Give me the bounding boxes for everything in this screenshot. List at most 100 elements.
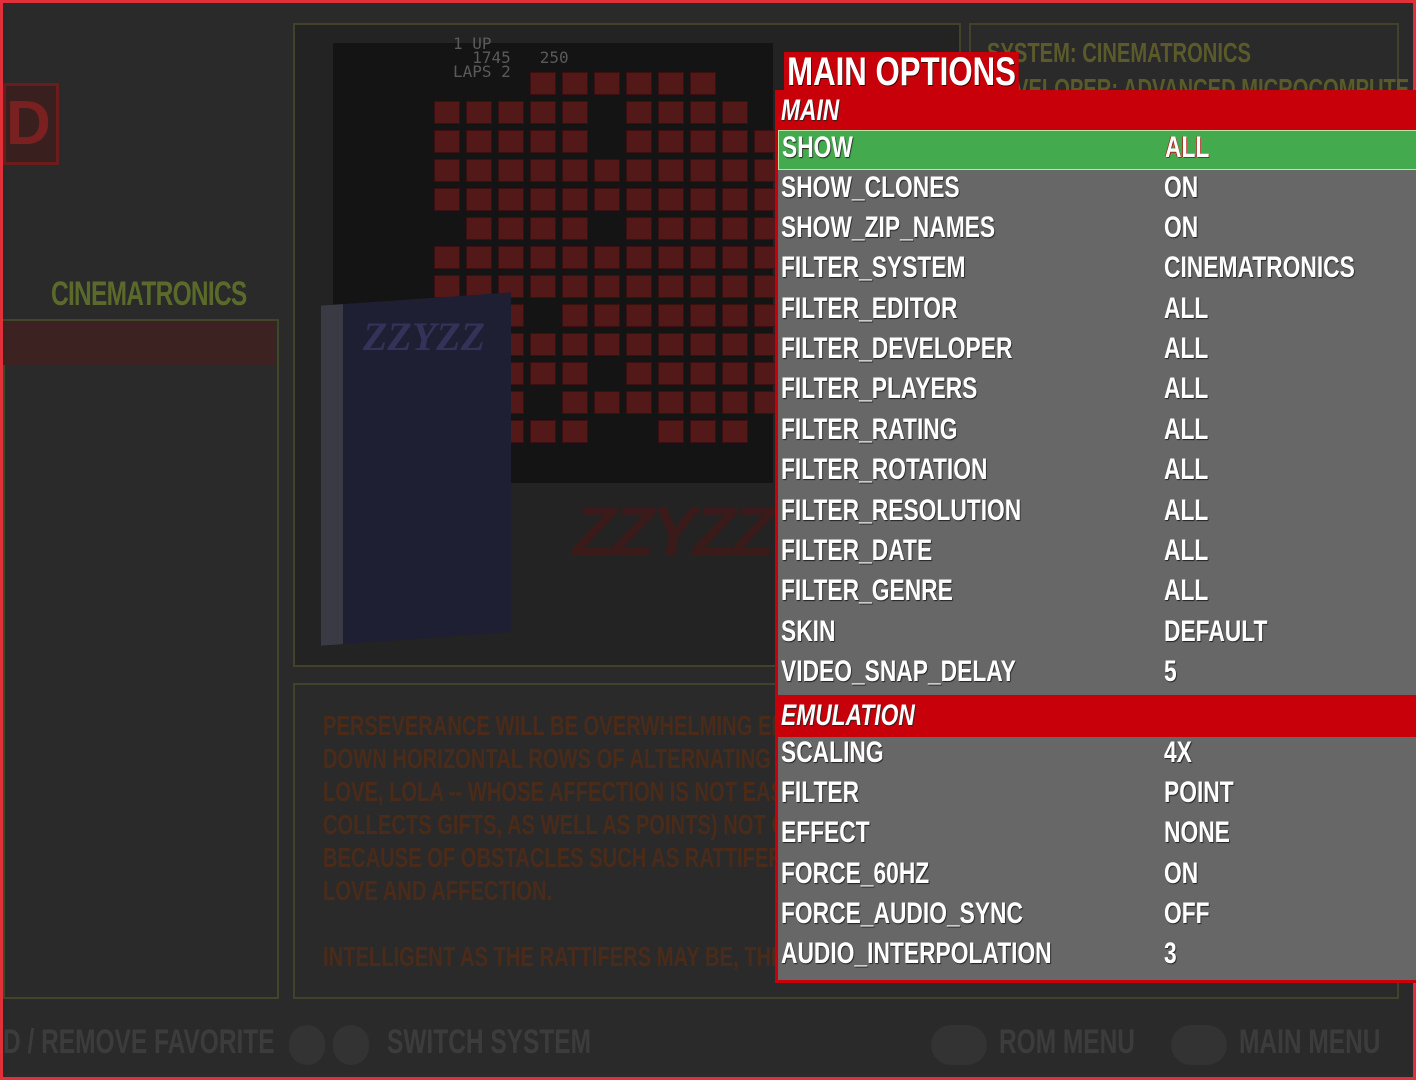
brick-tile (658, 275, 684, 298)
brick-tile (594, 333, 620, 356)
options-menu: MAIN SHOW ALL SHOW_CLONES ON SHOW_ZIP_NAMES ON… (775, 90, 1416, 983)
empty-tile (594, 130, 620, 153)
option-row-show[interactable]: SHOW ALL (778, 130, 1416, 171)
brick-tile (562, 101, 588, 124)
brick-tile (658, 362, 684, 385)
option-row-audio-interpolation[interactable]: AUDIO_INTERPOLATION 3 (778, 937, 1416, 977)
option-value[interactable]: ALL (1164, 494, 1208, 534)
option-value[interactable]: 4X (1164, 736, 1192, 776)
option-value[interactable]: 5 (1164, 655, 1177, 695)
option-value[interactable]: ALL (1164, 453, 1208, 493)
empty-tile (594, 362, 620, 385)
brick-tile (658, 391, 684, 414)
system-label: CINEMATRONICS (51, 275, 247, 313)
brick-tile (530, 159, 556, 182)
option-value[interactable]: DEFAULT (1164, 615, 1267, 655)
brick-tile (690, 130, 716, 153)
brick-tile (690, 217, 716, 240)
option-value[interactable]: NONE (1164, 816, 1230, 856)
option-value[interactable]: ALL (1164, 372, 1208, 412)
option-row-filter-resolution[interactable]: FILTER_RESOLUTION ALL (778, 494, 1416, 534)
system-info-text: SYSTEM: CINEMATRONICS (987, 37, 1251, 68)
brick-tile (690, 246, 716, 269)
empty-tile (530, 304, 556, 327)
button-icon (931, 1025, 987, 1065)
option-row-filter-developer[interactable]: FILTER_DEVELOPER ALL (778, 332, 1416, 372)
brick-tile (626, 188, 652, 211)
brick-tile (658, 130, 684, 153)
description-line (323, 907, 814, 940)
option-row-scaling[interactable]: SCALING 4X (778, 736, 1416, 776)
empty-tile (594, 420, 620, 443)
option-value[interactable]: ALL (1165, 131, 1209, 171)
brick-tile (690, 420, 716, 443)
option-row-filter-editor[interactable]: FILTER_EDITOR ALL (778, 292, 1416, 332)
option-value[interactable]: OFF (1164, 897, 1210, 937)
brick-tile (466, 101, 492, 124)
brick-tile (690, 391, 716, 414)
option-value[interactable]: ALL (1164, 332, 1208, 372)
hint-rom-menu: ROM MENU (999, 1023, 1136, 1061)
footer-hints: D / REMOVE FAVORITE SWITCH SYSTEM ROM ME… (3, 1009, 1416, 1075)
empty-tile (594, 217, 620, 240)
brick-tile (658, 159, 684, 182)
option-value[interactable]: ALL (1164, 413, 1208, 453)
option-value[interactable]: ON (1164, 857, 1198, 897)
option-value[interactable]: CINEMATRONICS (1164, 251, 1355, 291)
option-row-filter-rotation[interactable]: FILTER_ROTATION ALL (778, 453, 1416, 493)
brick-tile (658, 304, 684, 327)
brick-tile (626, 159, 652, 182)
brick-tile (594, 391, 620, 414)
hint-switch-system: SWITCH SYSTEM (387, 1023, 592, 1061)
option-row-filter-rating[interactable]: FILTER_RATING ALL (778, 413, 1416, 453)
brick-tile (530, 188, 556, 211)
option-row-show-zip-names[interactable]: SHOW_ZIP_NAMES ON (778, 211, 1416, 251)
shoulder-left-icon (289, 1025, 325, 1065)
option-row-force-audio-sync[interactable]: FORCE_AUDIO_SYNC OFF (778, 897, 1416, 937)
empty-tile (530, 391, 556, 414)
brick-tile (434, 159, 460, 182)
option-value[interactable]: 3 (1164, 937, 1177, 977)
option-value[interactable]: ALL (1164, 292, 1208, 332)
brick-tile (562, 217, 588, 240)
option-label: FILTER (781, 775, 860, 809)
brick-tile (690, 101, 716, 124)
description-line: BECAUSE OF OBSTACLES SUCH AS RATTIFERS T (323, 842, 815, 873)
option-row-force-60hz[interactable]: FORCE_60HZ ON (778, 857, 1416, 897)
option-value[interactable]: ALL (1164, 534, 1208, 574)
option-row-skin[interactable]: SKIN DEFAULT (778, 615, 1416, 655)
option-row-filter-date[interactable]: FILTER_DATE ALL (778, 534, 1416, 574)
option-value[interactable]: ON (1164, 211, 1198, 251)
brick-tile (626, 391, 652, 414)
brick-tile (722, 188, 748, 211)
game-list-selected-row (3, 321, 275, 365)
menu-title: MAIN OPTIONS (784, 52, 1020, 92)
brick-tile (722, 304, 748, 327)
option-label: SCALING (781, 735, 884, 769)
option-value[interactable]: ALL (1164, 574, 1208, 614)
option-row-show-clones[interactable]: SHOW_CLONES ON (778, 171, 1416, 211)
option-row-filter-genre[interactable]: FILTER_GENRE ALL (778, 574, 1416, 614)
brick-tile (626, 217, 652, 240)
brick-tile (530, 101, 556, 124)
option-row-filter-system[interactable]: FILTER_SYSTEM CINEMATRONICS (778, 251, 1416, 291)
brick-tile (530, 246, 556, 269)
brick-tile (722, 217, 748, 240)
option-row-filter[interactable]: FILTER POINT (778, 776, 1416, 816)
brick-tile (562, 304, 588, 327)
option-row-filter-players[interactable]: FILTER_PLAYERS ALL (778, 372, 1416, 412)
empty-tile (434, 217, 460, 240)
brick-tile (434, 101, 460, 124)
brick-tile (466, 188, 492, 211)
option-row-effect[interactable]: EFFECT NONE (778, 816, 1416, 856)
option-label: EFFECT (781, 816, 870, 850)
empty-tile (594, 101, 620, 124)
brick-tile (626, 362, 652, 385)
option-value[interactable]: POINT (1164, 776, 1234, 816)
option-row-video-snap-delay[interactable]: VIDEO_SNAP_DELAY 5 (778, 655, 1416, 695)
brick-tile (658, 333, 684, 356)
brick-tile (434, 188, 460, 211)
option-value[interactable]: ON (1164, 171, 1198, 211)
brick-tile (530, 217, 556, 240)
description-line: LOVE AND AFFECTION. (323, 875, 553, 906)
